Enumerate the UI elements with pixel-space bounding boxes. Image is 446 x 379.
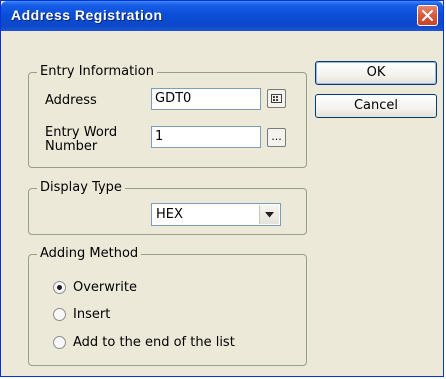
display-type-value: HEX: [156, 207, 183, 222]
close-button[interactable]: [417, 5, 438, 26]
cancel-button[interactable]: Cancel: [315, 94, 437, 118]
entry-word-number-label-line1: Entry Word: [45, 125, 118, 140]
address-label: Address: [45, 93, 97, 108]
address-registration-dialog: Address Registration Entry Information A…: [0, 0, 444, 377]
insert-radio[interactable]: [53, 308, 66, 321]
address-keypad-button[interactable]: [267, 89, 286, 108]
dialog-title: Address Registration: [11, 7, 163, 23]
display-type-select[interactable]: HEX: [151, 203, 281, 226]
entry-word-number-label-line2: Number: [45, 139, 98, 154]
entry-word-browse-button[interactable]: ...: [267, 128, 286, 147]
chevron-down-icon: [265, 211, 274, 217]
entry-word-number-value: 1: [155, 129, 164, 144]
ok-button[interactable]: OK: [315, 61, 437, 85]
address-value: GDT0: [155, 91, 192, 106]
entry-word-number-input[interactable]: 1: [151, 126, 261, 148]
overwrite-radio-label[interactable]: Overwrite: [73, 280, 137, 295]
insert-radio-label[interactable]: Insert: [73, 307, 110, 322]
entry-information-label: Entry Information: [37, 64, 157, 80]
display-type-label: Display Type: [37, 180, 125, 196]
add-to-end-radio-label[interactable]: Add to the end of the list: [73, 335, 235, 350]
title-bar[interactable]: Address Registration: [1, 1, 443, 31]
adding-method-label: Adding Method: [37, 246, 142, 262]
close-icon: [422, 10, 433, 21]
overwrite-radio[interactable]: [53, 281, 66, 294]
address-input[interactable]: GDT0: [151, 88, 261, 110]
dropdown-button[interactable]: [259, 205, 279, 224]
ellipsis-icon: ...: [271, 129, 282, 143]
add-to-end-radio[interactable]: [53, 336, 66, 349]
keypad-icon: [271, 94, 282, 103]
